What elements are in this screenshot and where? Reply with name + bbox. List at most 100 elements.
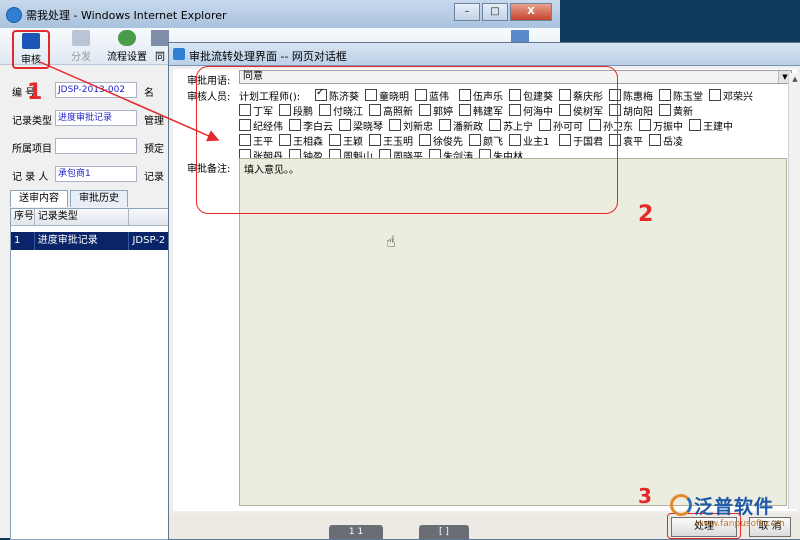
reviewer-checkbox[interactable] bbox=[459, 104, 471, 116]
tab-history[interactable]: 审批历史 bbox=[70, 190, 128, 207]
reviewer-option[interactable]: 蓝伟 bbox=[415, 88, 449, 103]
reviewer-option[interactable]: 伍声乐 bbox=[459, 88, 503, 103]
reviewer-option[interactable]: 业主1 bbox=[509, 133, 549, 148]
reviewer-checkbox[interactable] bbox=[509, 134, 521, 146]
reviewer-checkbox[interactable] bbox=[419, 134, 431, 146]
reviewer-checkbox[interactable] bbox=[415, 89, 427, 101]
flow-settings-button[interactable]: 流程设置 bbox=[104, 30, 150, 63]
reviewer-option[interactable]: 胡向阳 bbox=[609, 103, 653, 118]
reviewer-option[interactable]: 梁晓琴 bbox=[339, 118, 383, 133]
reviewer-checkbox[interactable] bbox=[559, 104, 571, 116]
reviewer-option[interactable]: 王平 bbox=[239, 133, 273, 148]
reviewer-option[interactable]: 王相森 bbox=[279, 133, 323, 148]
reviewer-checkbox[interactable] bbox=[439, 119, 451, 131]
reviewer-checkbox[interactable] bbox=[659, 104, 671, 116]
reviewer-checkbox[interactable] bbox=[289, 119, 301, 131]
reviewer-option[interactable]: 郭婷 bbox=[419, 103, 453, 118]
reviewer-checkbox[interactable] bbox=[315, 87, 327, 101]
reviewer-option[interactable]: 孙卫东 bbox=[589, 118, 633, 133]
reviewer-checkbox[interactable] bbox=[509, 104, 521, 116]
reviewer-option[interactable]: 袁平 bbox=[609, 133, 643, 148]
reviewer-checkbox[interactable] bbox=[509, 89, 521, 101]
reviewer-option[interactable]: 岳凌 bbox=[649, 133, 683, 148]
reviewer-option[interactable]: 陈惠梅 bbox=[609, 88, 653, 103]
reviewer-option[interactable]: 何海中 bbox=[509, 103, 553, 118]
reviewer-checkbox[interactable] bbox=[419, 104, 431, 116]
reviewer-checkbox[interactable] bbox=[609, 134, 621, 146]
reviewer-option[interactable]: 侯树军 bbox=[559, 103, 603, 118]
reviewer-option[interactable]: 孙可可 bbox=[539, 118, 583, 133]
reviewer-option[interactable]: 黄新 bbox=[659, 103, 693, 118]
approve-button[interactable]: 审核 bbox=[12, 30, 50, 69]
reviewer-name: 颜飞 bbox=[483, 136, 503, 148]
reviewer-option[interactable]: 邓荣兴 bbox=[709, 88, 753, 103]
reviewer-checkbox[interactable] bbox=[279, 104, 291, 116]
reviewer-checkbox[interactable] bbox=[559, 134, 571, 146]
reviewer-checkbox[interactable] bbox=[365, 89, 377, 101]
number-field[interactable]: JDSP-2013-002 bbox=[55, 82, 137, 98]
reviewer-checkbox[interactable] bbox=[709, 89, 721, 101]
reviewer-checkbox[interactable] bbox=[659, 89, 671, 101]
remarks-textarea[interactable]: 填入意见。。 bbox=[239, 158, 787, 506]
reviewer-option[interactable]: 陈玉堂 bbox=[659, 88, 703, 103]
send-button[interactable]: 分发 bbox=[64, 30, 98, 63]
record-type-field[interactable]: 进度审批记录 bbox=[55, 110, 137, 126]
reviewer-option[interactable]: 徐俊先 bbox=[419, 133, 463, 148]
reviewer-checkbox[interactable] bbox=[639, 119, 651, 131]
table-row[interactable]: 1 进度审批记录 JDSP-2 bbox=[11, 232, 169, 250]
reviewer-option[interactable]: 苏上宁 bbox=[489, 118, 533, 133]
reviewer-checkbox[interactable] bbox=[609, 89, 621, 101]
reviewer-checkbox[interactable] bbox=[589, 119, 601, 131]
reviewer-option[interactable]: 颜飞 bbox=[469, 133, 503, 148]
opinion-select[interactable]: 同意 ▼ bbox=[239, 70, 792, 84]
reviewer-option[interactable]: 于国君 bbox=[559, 133, 603, 148]
reviewer-checkbox[interactable] bbox=[459, 89, 471, 101]
recorder-field[interactable]: 承包商1 bbox=[55, 166, 137, 182]
reviewer-checkbox[interactable] bbox=[469, 134, 481, 146]
reviewer-option[interactable]: 包建葵 bbox=[509, 88, 553, 103]
reviewer-checkbox[interactable] bbox=[329, 134, 341, 146]
reviewer-option[interactable]: 丁军 bbox=[239, 103, 273, 118]
reviewer-option[interactable]: 潘新政 bbox=[439, 118, 483, 133]
reviewer-option[interactable]: 高照新 bbox=[369, 103, 413, 118]
reviewer-option[interactable]: 韩建军 bbox=[459, 103, 503, 118]
pager-tab-a[interactable]: 1 1 bbox=[329, 525, 383, 539]
reviewer-option[interactable]: 蔡庆彤 bbox=[559, 88, 603, 103]
dialog-scrollbar[interactable]: ▲ bbox=[788, 73, 800, 509]
reviewer-option[interactable]: 纪经伟 bbox=[239, 118, 283, 133]
reviewer-option[interactable]: 童晓明 bbox=[365, 88, 409, 103]
reviewer-option[interactable]: 段鹏 bbox=[279, 103, 313, 118]
reviewer-checkbox[interactable] bbox=[389, 119, 401, 131]
reviewer-option[interactable]: 王建中 bbox=[689, 118, 733, 133]
reviewer-checkbox[interactable] bbox=[489, 119, 501, 131]
reviewer-checkbox[interactable] bbox=[649, 134, 661, 146]
close-button[interactable]: X bbox=[510, 3, 552, 21]
reviewer-checkbox[interactable] bbox=[239, 104, 251, 116]
reviewer-checkbox[interactable] bbox=[539, 119, 551, 131]
reviewer-checkbox[interactable] bbox=[689, 119, 701, 131]
reviewer-option[interactable]: 万振中 bbox=[639, 118, 683, 133]
scroll-up-icon[interactable]: ▲ bbox=[789, 73, 800, 85]
reviewer-checkbox[interactable] bbox=[369, 134, 381, 146]
reviewer-option[interactable]: 李白云 bbox=[289, 118, 333, 133]
reviewer-checkbox[interactable] bbox=[239, 134, 251, 146]
reviewer-checkbox[interactable] bbox=[319, 104, 331, 116]
reviewer-name: 王玉明 bbox=[383, 136, 413, 148]
tab-send-content[interactable]: 送审内容 bbox=[10, 190, 68, 207]
reviewer-checkbox[interactable] bbox=[339, 119, 351, 131]
minimize-button[interactable]: – bbox=[454, 3, 480, 21]
other-button[interactable]: 同 bbox=[150, 30, 170, 63]
pager-tab-b[interactable]: [ ] bbox=[419, 525, 469, 539]
reviewer-checkbox[interactable] bbox=[369, 104, 381, 116]
project-field[interactable] bbox=[55, 138, 137, 154]
reviewer-option[interactable]: 刘新忠 bbox=[389, 118, 433, 133]
maximize-button[interactable]: □ bbox=[482, 3, 508, 21]
reviewer-checkbox[interactable] bbox=[279, 134, 291, 146]
reviewer-option[interactable]: 王颖 bbox=[329, 133, 363, 148]
reviewer-option[interactable]: 王玉明 bbox=[369, 133, 413, 148]
reviewer-checkbox[interactable] bbox=[239, 119, 251, 131]
reviewer-option[interactable]: 陈济葵 bbox=[315, 87, 359, 103]
reviewer-option[interactable]: 付晓江 bbox=[319, 103, 363, 118]
reviewer-checkbox[interactable] bbox=[609, 104, 621, 116]
reviewer-checkbox[interactable] bbox=[559, 89, 571, 101]
